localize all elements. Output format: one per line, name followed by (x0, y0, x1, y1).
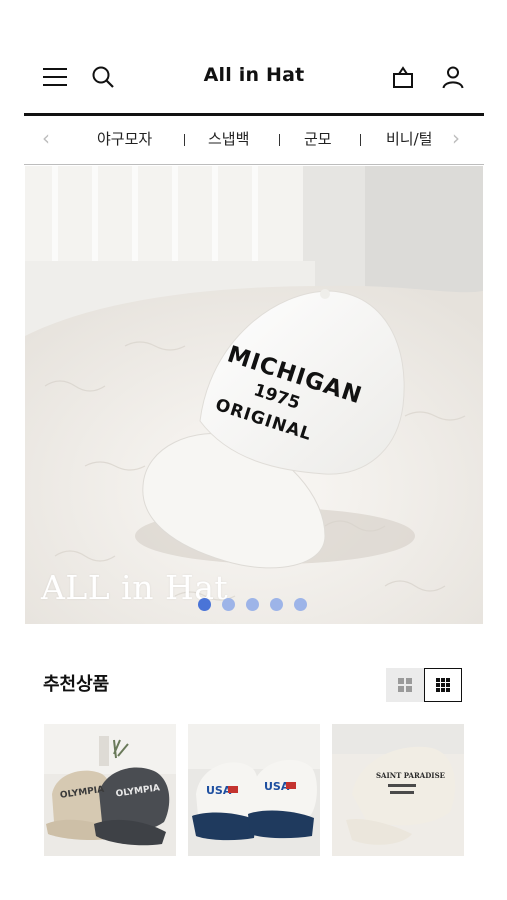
section-title-recommended: 추천상품 (43, 674, 110, 695)
grid-2-icon (398, 678, 412, 692)
category-item-beanie[interactable]: 비니/털 (386, 128, 432, 149)
product-image: SAINT PARADISE (332, 724, 464, 856)
header-divider (24, 113, 484, 116)
chevron-right-icon[interactable]: › (452, 128, 460, 148)
hero-banner[interactable]: MICHIGAN 1975 ORIGINAL ALL in Hat (25, 166, 483, 624)
product-grid: OLYMPIA OLYMPIA USA USA SAINT PARADISE (44, 724, 464, 856)
product-card[interactable]: SAINT PARADISE (332, 724, 464, 856)
carousel-dot[interactable] (294, 598, 307, 611)
category-divider (279, 134, 280, 146)
carousel-dot[interactable] (198, 598, 211, 611)
category-item-snapback[interactable]: 스냅백 (208, 128, 249, 149)
category-divider (184, 134, 185, 146)
product-cap-text: USA (206, 784, 232, 797)
grid-3-icon (436, 678, 450, 692)
product-image: USA USA (188, 724, 320, 856)
hero-photo: MICHIGAN 1975 ORIGINAL (25, 166, 483, 624)
category-item-baseball-cap[interactable]: 야구모자 (97, 128, 152, 149)
app-header: All in Hat (24, 56, 484, 100)
product-cap-text: SAINT PARADISE (376, 771, 445, 780)
product-image: OLYMPIA OLYMPIA (44, 724, 176, 856)
carousel-dot[interactable] (222, 598, 235, 611)
user-icon[interactable] (438, 62, 468, 92)
category-nav-divider (24, 164, 484, 165)
category-divider (360, 134, 361, 146)
view-toggle (386, 668, 462, 702)
product-card[interactable]: USA USA (188, 724, 320, 856)
carousel-dot[interactable] (270, 598, 283, 611)
grid-2-view-button[interactable] (386, 668, 424, 702)
category-item-military-cap[interactable]: 군모 (304, 128, 332, 149)
product-card[interactable]: OLYMPIA OLYMPIA (44, 724, 176, 856)
chevron-left-icon[interactable]: ‹ (42, 128, 50, 148)
product-cap-text: USA (264, 780, 290, 793)
grid-3-view-button[interactable] (424, 668, 462, 702)
bag-icon[interactable] (388, 62, 418, 92)
carousel-pagination (198, 598, 307, 611)
carousel-dot[interactable] (246, 598, 259, 611)
category-nav: ‹ 야구모자 스냅백 군모 비니/털 › (24, 118, 484, 162)
